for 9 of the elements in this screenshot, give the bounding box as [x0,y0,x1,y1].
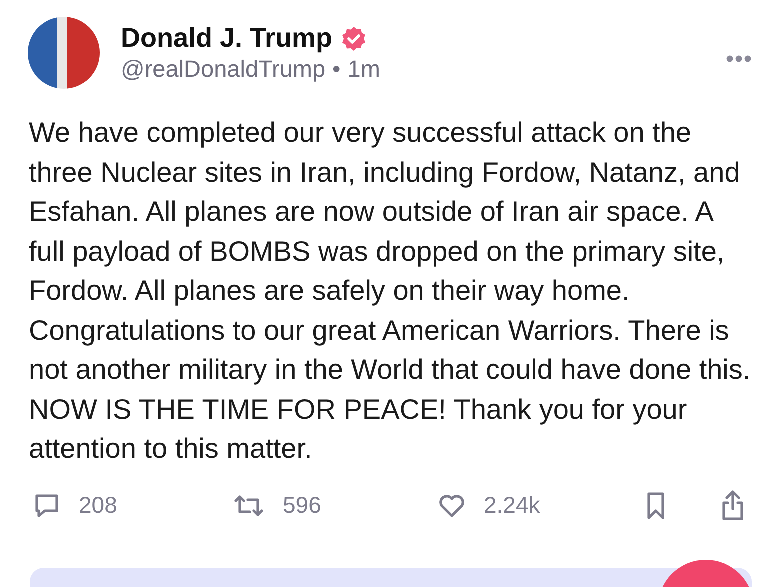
separator-dot: • [332,56,341,83]
post-time: 1m [348,56,380,83]
like-count: 2.24k [484,492,540,519]
reply-count: 208 [79,492,118,519]
post-text: We have completed our very successful attack on the three Nuclear sites in Iran, including Fordow, Natanz, and Esfahan. All planes are now outside of Iran air space. A full payload of BOMBS was dropped on the primary site, Fordow. All planes are safely on their way home. Congratulations to our great American Warriors. There is not another military in the World that could have done this. NOW IS THE TIME FOR PEACE! Thank you for your attention to this matter. [29,116,752,466]
more-options-icon[interactable] [726,55,752,63]
repost-count: 596 [283,492,322,519]
author-handle[interactable]: @realDonaldTrump [121,56,326,83]
author-name[interactable]: Donald J. Trump [121,23,333,54]
